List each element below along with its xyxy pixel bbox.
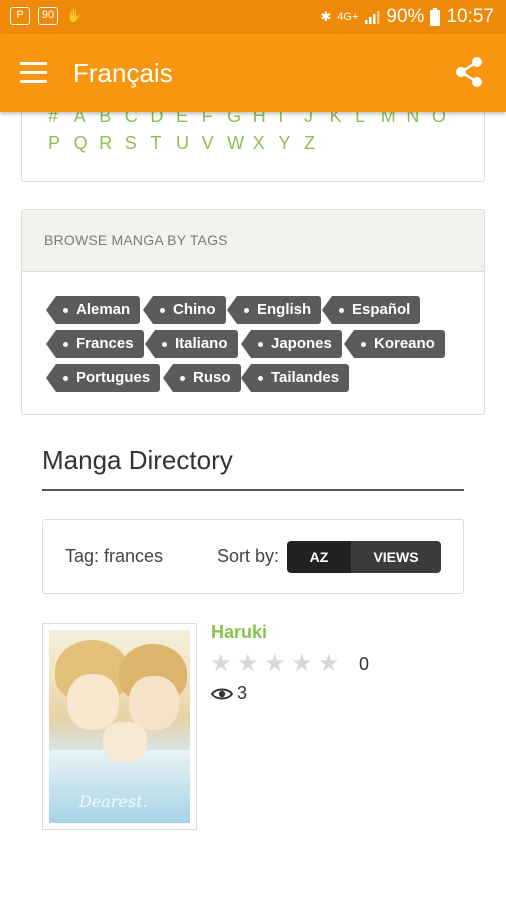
tag-link[interactable]: English (226, 296, 322, 324)
star-icon[interactable]: ★ (318, 652, 345, 676)
alpha-link[interactable]: P (48, 133, 74, 154)
star-rating[interactable]: ★ ★ ★ ★ ★ 0 (210, 652, 369, 676)
app-p-icon: P (10, 7, 30, 25)
status-bar: P 90 ✋ ✱ 4G+ 90% 10:57 (0, 0, 506, 34)
tag-link[interactable]: Tailandes (240, 364, 350, 392)
alpha-link[interactable]: W (227, 133, 253, 154)
tag-link[interactable]: Ruso (163, 364, 241, 392)
sort-toggle: AZ VIEWS (287, 541, 441, 573)
cover-image: Dearest. (49, 630, 190, 823)
eye-icon (211, 688, 233, 699)
alpha-link[interactable]: X (253, 133, 279, 154)
tag-link[interactable]: Koreano (344, 330, 445, 358)
views-value: 3 (237, 683, 248, 703)
tag-link[interactable]: Japones (241, 330, 342, 358)
network-type: 4G+ (337, 11, 359, 23)
tags-panel: BROWSE MANGA BY TAGS Aleman Chino Englis… (21, 209, 485, 415)
star-icon[interactable]: ★ (291, 652, 318, 676)
alpha-link[interactable]: Y (278, 133, 304, 154)
star-icon[interactable]: ★ (264, 652, 291, 676)
alpha-link[interactable]: R (99, 133, 125, 154)
alpha-link[interactable]: Z (304, 133, 330, 154)
menu-icon[interactable] (20, 62, 48, 84)
sort-label: Sort by: (217, 546, 280, 566)
tag-link[interactable]: Aleman (45, 296, 141, 324)
bluetooth-icon: ✱ (320, 9, 332, 24)
tag-link[interactable]: Español (321, 296, 421, 324)
sort-az-button[interactable]: AZ (287, 541, 351, 573)
battery-icon (430, 8, 441, 26)
alphabet-row-2: P Q R S T U V W X Y Z (48, 133, 330, 154)
tags-panel-header: BROWSE MANGA BY TAGS (22, 210, 484, 272)
sort-panel: Tag: frances Sort by: AZ VIEWS (42, 519, 464, 594)
view-count: 3 (211, 683, 247, 704)
tag-link[interactable]: Frances (46, 330, 144, 358)
signal-icon (365, 11, 380, 24)
alpha-link[interactable]: U (176, 133, 202, 154)
battery-percent: 90% (386, 6, 425, 27)
divider (42, 489, 464, 491)
directory-title: Manga Directory (42, 445, 233, 475)
status-left-icons: P 90 ✋ (10, 7, 82, 25)
hand-icon: ✋ (66, 8, 83, 23)
current-tag-label: Tag: frances (65, 546, 164, 566)
picture-icon: 90 (38, 7, 58, 25)
alpha-link[interactable]: T (150, 133, 176, 154)
star-icon[interactable]: ★ (237, 652, 264, 676)
manga-cover[interactable]: Dearest. (42, 623, 197, 830)
clock: 10:57 (446, 6, 494, 27)
tag-link[interactable]: Chino (143, 296, 226, 324)
star-icon[interactable]: ★ (210, 652, 237, 676)
tag-link[interactable]: Italiano (145, 330, 238, 358)
alpha-link[interactable]: Q (74, 133, 100, 154)
page-title: Français (73, 58, 173, 88)
alpha-link[interactable]: V (202, 133, 228, 154)
cover-caption: Dearest. (79, 792, 148, 811)
sort-views-button[interactable]: VIEWS (351, 541, 441, 573)
status-right-icons: ✱ 4G+ 90% 10:57 (320, 6, 494, 28)
alpha-link[interactable]: S (125, 133, 151, 154)
share-icon[interactable] (454, 56, 484, 88)
app-bar: Français (0, 34, 506, 112)
manga-title-link[interactable]: Haruki (211, 622, 267, 643)
rating-count: 0 (359, 653, 370, 674)
tag-link[interactable]: Portugues (45, 364, 161, 392)
